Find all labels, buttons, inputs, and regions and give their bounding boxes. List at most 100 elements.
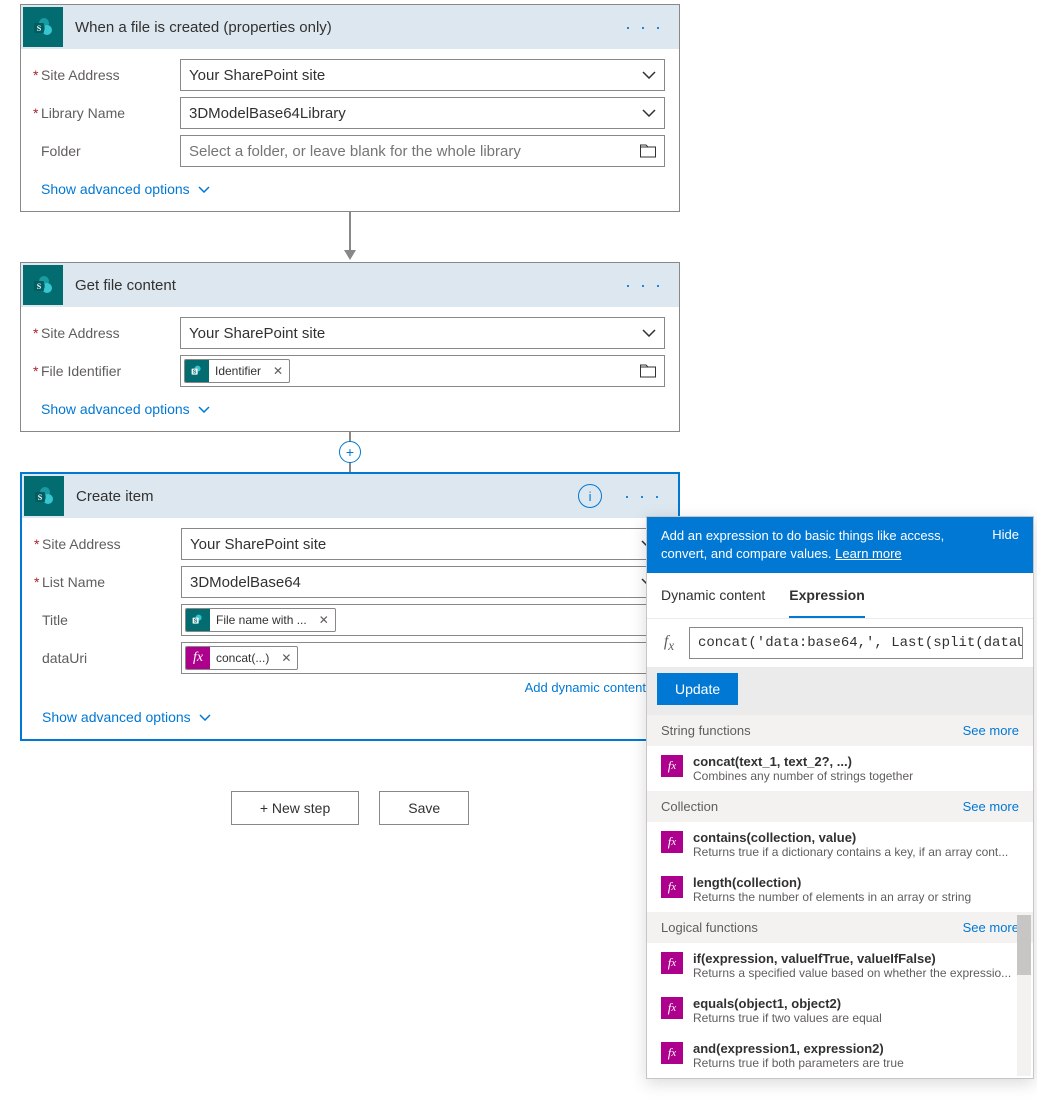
svg-text:S: S [194,618,198,624]
banner-text: Add an expression to do basic things lik… [661,528,944,561]
sharepoint-token-icon: S [185,359,209,383]
add-dynamic-content-link[interactable]: Add dynamic content + [36,680,664,695]
site-address-dropdown[interactable]: Your SharePoint site [180,317,665,349]
expression-input[interactable]: concat('data:base64,', Last(split(dataUr… [689,627,1023,659]
datauri-input[interactable]: fx concat(...) ✕ [181,642,664,674]
footer-buttons: + New step Save [20,791,680,825]
fn-section-header: String functionsSee more [647,715,1033,746]
trigger-title: When a file is created (properties only) [65,19,619,36]
list-name-value: 3DModelBase64 [190,574,301,591]
svg-text:S: S [37,282,42,291]
fn-item[interactable]: fxequals(object1, object2)Returns true i… [647,988,1033,1033]
chevron-down-icon [198,406,210,413]
fn-item[interactable]: fxand(expression1, expression2)Returns t… [647,1033,1033,1078]
learn-more-link[interactable]: Learn more [835,546,901,561]
fn-section-header: Logical functionsSee more [647,912,1033,943]
token-concat[interactable]: fx concat(...) ✕ [185,646,298,670]
remove-token-icon[interactable]: ✕ [275,651,297,665]
show-advanced-link[interactable]: Show advanced options [35,181,665,197]
svg-text:S: S [193,369,197,375]
label-datauri: dataUri [36,650,181,666]
library-name-value: 3DModelBase64Library [189,105,346,122]
token-identifier[interactable]: S Identifier ✕ [184,359,290,383]
trigger-header[interactable]: S When a file is created (properties onl… [21,5,679,49]
site-address-value: Your SharePoint site [190,536,326,553]
fn-item[interactable]: fxif(expression, valueIfTrue, valueIfFal… [647,943,1033,988]
expression-banner: Add an expression to do basic things lik… [647,517,1033,573]
folder-icon[interactable] [640,145,656,158]
fn-item[interactable]: fx length(collection)Returns the number o… [647,867,1033,912]
site-address-dropdown[interactable]: Your SharePoint site [180,59,665,91]
see-more-link[interactable]: See more [963,799,1019,814]
label-site-address: Site Address [35,325,180,341]
library-name-dropdown[interactable]: 3DModelBase64Library [180,97,665,129]
folder-field[interactable] [189,143,656,160]
fx-token-icon: fx [186,646,210,670]
chevron-down-icon [199,714,211,721]
site-address-value: Your SharePoint site [189,325,325,342]
sharepoint-icon: S [24,476,64,516]
fn-description: Returns the number of elements in an arr… [693,890,1019,904]
remove-token-icon[interactable]: ✕ [267,364,289,378]
token-filename[interactable]: S File name with ... ✕ [185,608,336,632]
fn-description: Returns a specified value based on wheth… [693,966,1019,980]
fx-icon: fx [661,1042,683,1064]
scrollbar[interactable] [1017,915,1031,1076]
more-icon[interactable]: · · · [619,17,669,38]
function-list: String functionsSee morefxconcat(text_1,… [647,715,1033,1078]
fn-item[interactable]: fxconcat(text_1, text_2?, ...)Combines a… [647,746,1033,791]
sharepoint-icon: S [23,7,63,47]
list-name-dropdown[interactable]: 3DModelBase64 [181,566,664,598]
token-label: Identifier [209,364,267,378]
site-address-dropdown[interactable]: Your SharePoint site [181,528,664,560]
title-input[interactable]: S File name with ... ✕ [181,604,664,636]
label-list-name: List Name [36,574,181,590]
fx-icon: fx [661,876,683,898]
label-library-name: Library Name [35,105,180,121]
svg-text:S: S [38,493,43,502]
file-identifier-input[interactable]: S Identifier ✕ [180,355,665,387]
remove-token-icon[interactable]: ✕ [313,613,335,627]
see-more-link[interactable]: See more [963,723,1019,738]
more-icon[interactable]: · · · [619,275,669,296]
sharepoint-token-icon: S [186,608,210,632]
createitem-card: S Create item i · · · Site Address Your … [20,472,680,741]
expression-panel: Add an expression to do basic things lik… [646,516,1034,1079]
chevron-down-icon [642,71,656,79]
fx-icon: fx [661,831,683,853]
show-advanced-link[interactable]: Show advanced options [35,401,665,417]
show-advanced-link[interactable]: Show advanced options [36,709,664,725]
scrollbar-thumb[interactable] [1017,915,1031,975]
save-button[interactable]: Save [379,791,469,825]
connector-arrow [20,212,680,262]
fn-item[interactable]: fxcontains(collection, value)Returns tru… [647,822,1033,867]
createitem-header[interactable]: S Create item i · · · [22,474,678,518]
chevron-down-icon [198,186,210,193]
chevron-down-icon [642,329,656,337]
chevron-down-icon [642,109,656,117]
add-step-button[interactable]: + [339,441,361,463]
tab-expression[interactable]: Expression [789,573,864,618]
info-icon[interactable]: i [578,484,602,508]
fn-section-header: CollectionSee more [647,791,1033,822]
folder-input[interactable] [180,135,665,167]
see-more-link[interactable]: See more [963,920,1019,935]
new-step-button[interactable]: + New step [231,791,359,825]
tab-dynamic-content[interactable]: Dynamic content [661,573,765,618]
createitem-title: Create item [66,488,578,505]
update-button[interactable]: Update [657,673,738,705]
hide-button[interactable]: Hide [992,527,1019,563]
fn-signature: equals(object1, object2) [693,996,1019,1011]
fx-icon: fx [661,755,683,777]
sharepoint-icon: S [23,265,63,305]
fn-signature: and(expression1, expression2) [693,1041,1019,1056]
more-icon[interactable]: · · · [618,486,668,507]
getfile-header[interactable]: S Get file content · · · [21,263,679,307]
folder-icon[interactable] [640,365,656,378]
fn-description: Returns true if a dictionary contains a … [693,845,1019,859]
fn-signature: length(collection) [693,875,1019,890]
label-folder: Folder [35,143,180,159]
token-label: concat(...) [210,651,275,665]
fn-description: Combines any number of strings together [693,769,1019,783]
fx-icon: fx [657,633,681,654]
